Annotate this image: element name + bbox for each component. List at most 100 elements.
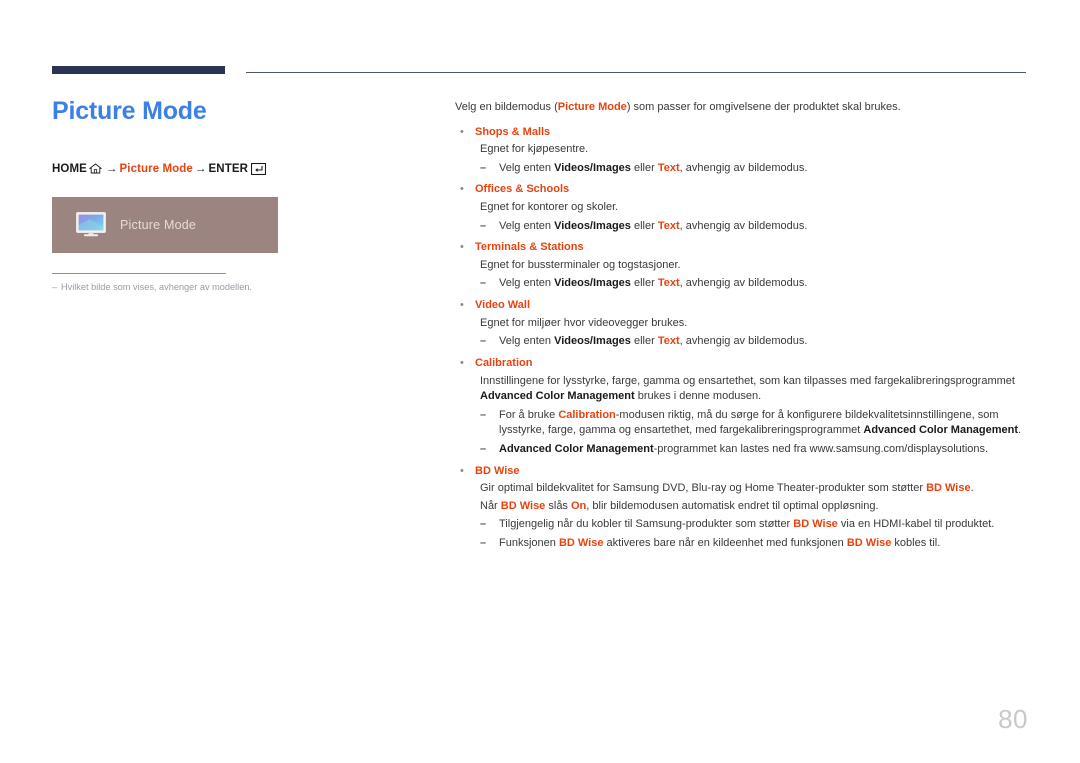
item-title: Video Wall — [475, 299, 531, 312]
sub-part1: Velg enten — [499, 335, 555, 348]
sub-dash-icon: – — [480, 442, 487, 455]
item-body: Egnet for kontorer og skoler. — [480, 201, 619, 214]
cal-sub1-part1: For å bruke — [499, 408, 559, 421]
bdwise-body1-part2: . — [970, 482, 974, 495]
list-item-calibration: • Calibration Innstillingene for lysstyr… — [455, 356, 1030, 458]
item-body-line2: Når BD Wise slås On, blir bildemodusen a… — [480, 499, 1030, 515]
sub-dash-icon: – — [480, 335, 487, 348]
bullet-icon: • — [460, 356, 464, 369]
item-body: Egnet for miljøer hvor videovegger bruke… — [480, 316, 688, 329]
cal-sub1-bold: Advanced Color Management — [863, 424, 1019, 437]
bdwise-body2-part3: , blir bildemodusen automatisk endret ti… — [586, 499, 879, 512]
header-divider — [52, 66, 1026, 76]
sub-dash-icon: – — [480, 161, 487, 174]
item-title: Terminals & Stations — [475, 241, 584, 254]
cal-sub2-part1: -programmet kan lastes ned fra www.samsu… — [653, 442, 989, 455]
sub-part2: eller — [630, 277, 658, 290]
intro-paragraph: Velg en bildemodus (Picture Mode) som pa… — [455, 100, 1030, 116]
sub-item-text: Advanced Color Management-programmet kan… — [499, 442, 1030, 458]
intro-bold-term: Picture Mode — [557, 101, 627, 113]
breadcrumb-arrow-2: → — [194, 162, 207, 175]
sub-part3: , avhengig av bildemodus. — [679, 161, 808, 174]
item-body-line1: Gir optimal bildekvalitet for Samsung DV… — [480, 481, 1030, 497]
sub-part3: , avhengig av bildemodus. — [679, 219, 808, 232]
sub-item-text: Velg enten Videos/Images eller Text, avh… — [499, 161, 1030, 177]
sub-part2: eller — [630, 219, 658, 232]
sub-item-text: Velg enten Videos/Images eller Text, avh… — [499, 276, 1030, 292]
bdwise-sub2-part3: kobles til. — [891, 537, 941, 550]
note-divider — [52, 272, 226, 274]
sub-part2: eller — [630, 335, 658, 348]
bullet-icon: • — [460, 299, 464, 312]
list-item-bdwise: • BD Wise Gir optimal bildekvalitet for … — [455, 464, 1030, 552]
right-column: Velg en bildemodus (Picture Mode) som pa… — [455, 100, 1030, 552]
sub-bold1: Videos/Images — [554, 277, 631, 290]
sub-part3: , avhengig av bildemodus. — [679, 335, 808, 348]
sub-dash-icon: – — [480, 277, 487, 290]
sub-bold2: Text — [657, 161, 680, 174]
sub-bold1: Videos/Images — [554, 219, 631, 232]
note-dash: – — [52, 281, 58, 292]
sub-dash-icon: – — [480, 537, 487, 550]
sub-bold2: Text — [657, 219, 680, 232]
sub-item-text: For å bruke Calibration-modusen riktig, … — [499, 408, 1030, 439]
bdwise-sub2-red2: BD Wise — [846, 537, 892, 550]
breadcrumb-enter-label: ENTER — [208, 162, 249, 175]
sub-dash-icon: – — [480, 408, 487, 421]
bdwise-body2-part2: slås — [545, 499, 571, 512]
bdwise-sub2-red1: BD Wise — [558, 537, 604, 550]
enter-key-icon — [250, 162, 267, 178]
sub-part2: eller — [630, 161, 658, 174]
bullet-icon: • — [460, 125, 464, 138]
bdwise-sub1-part1: Tilgjengelig når du kobler til Samsung-p… — [499, 518, 794, 531]
header-rule-thin — [246, 72, 1026, 73]
menu-preview-box: Picture Mode — [52, 196, 278, 253]
sub-dash-icon: – — [480, 518, 487, 531]
sub-part3: , avhengig av bildemodus. — [679, 277, 808, 290]
item-body: Egnet for bussterminaler og togstasjoner… — [480, 258, 681, 271]
calibration-body-part1: Innstillingene for lysstyrke, farge, gam… — [480, 374, 1015, 387]
list-item: • Terminals & Stations Egnet for busster… — [455, 240, 1030, 292]
monitor-icon — [76, 211, 106, 238]
home-icon — [88, 162, 103, 177]
cal-sub1-part3: . — [1018, 424, 1022, 437]
page-number: 80 — [998, 704, 1028, 734]
breadcrumb-menu-label: Picture Mode — [119, 162, 193, 175]
bdwise-body2-part1: Når — [480, 499, 501, 512]
item-body: Egnet for kjøpesentre. — [480, 143, 589, 156]
left-column: Picture Mode HOME→Picture Mode→ENTER — [52, 97, 412, 294]
bullet-icon: • — [460, 241, 464, 254]
sub-item-text: Funksjonen BD Wise aktiveres bare når en… — [499, 536, 1030, 552]
sub-item-text: Velg enten Videos/Images eller Text, avh… — [499, 334, 1030, 350]
sub-bold1: Videos/Images — [554, 335, 631, 348]
sub-dash-icon: – — [480, 219, 487, 232]
bdwise-sub1-part2: via en HDMI-kabel til produktet. — [837, 518, 995, 531]
model-note: – Hvilket bilde som vises, avhenger av m… — [52, 272, 252, 294]
item-body: Innstillingene for lysstyrke, farge, gam… — [480, 374, 1030, 405]
manual-page: Picture Mode HOME→Picture Mode→ENTER — [0, 0, 1080, 763]
cal-sub2-bold: Advanced Color Management — [499, 442, 654, 455]
note-text: Hvilket bilde som vises, avhenger av mod… — [61, 281, 252, 292]
sub-bold2: Text — [657, 335, 680, 348]
bdwise-body1-red: BD Wise — [926, 482, 971, 495]
item-title: Calibration — [475, 356, 533, 369]
sub-part1: Velg enten — [499, 219, 555, 232]
breadcrumb-arrow-1: → — [105, 162, 118, 175]
list-item: • Offices & Schools Egnet for kontorer o… — [455, 182, 1030, 234]
bdwise-body2-red2: On — [571, 499, 587, 512]
bdwise-sub2-part1: Funksjonen — [499, 537, 559, 550]
bullet-icon: • — [460, 464, 464, 477]
sub-item-text: Tilgjengelig når du kobler til Samsung-p… — [499, 517, 1030, 533]
sub-part1: Velg enten — [499, 277, 555, 290]
item-title: BD Wise — [475, 464, 520, 477]
list-item: • Shops & Malls Egnet for kjøpesentre. –… — [455, 125, 1030, 177]
bdwise-sub2-part2: aktiveres bare når en kildeenhet med fun… — [603, 537, 847, 550]
breadcrumb: HOME → Picture Mode → ENTER — [52, 162, 412, 178]
sub-bold1: Videos/Images — [554, 161, 631, 174]
bdwise-body2-red1: BD Wise — [500, 499, 546, 512]
page-title: Picture Mode — [52, 97, 207, 125]
item-title: Offices & Schools — [475, 183, 570, 196]
list-item: • Video Wall Egnet for miljøer hvor vide… — [455, 298, 1030, 350]
intro-part1: Velg en bildemodus ( — [455, 101, 558, 113]
sub-item-text: Velg enten Videos/Images eller Text, avh… — [499, 219, 1030, 235]
